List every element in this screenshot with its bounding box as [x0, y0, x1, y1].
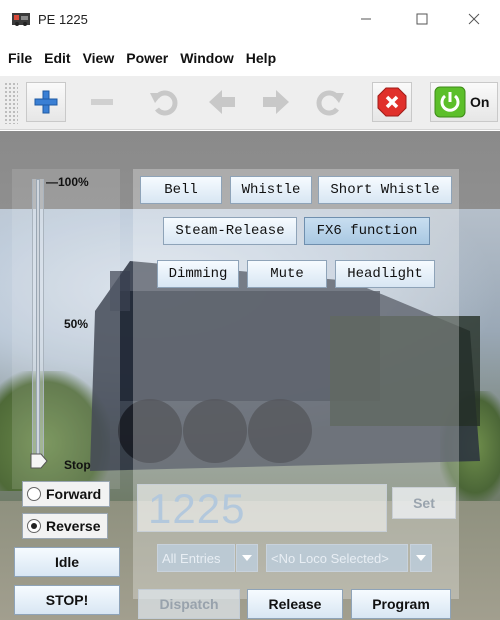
undo-button[interactable] — [144, 82, 184, 122]
remove-icon — [91, 99, 113, 105]
set-address-button[interactable]: Set — [392, 487, 456, 519]
roster-filter-dropdown-icon[interactable] — [236, 544, 258, 572]
undo-icon — [150, 90, 178, 116]
throttle-panel: —100% 50% Stop Forward Reverse Idle STOP… — [0, 131, 500, 620]
forward-radio-label: Forward — [46, 486, 102, 502]
speed-max-label: —100% — [46, 175, 89, 189]
speed-stop-label: Stop — [64, 458, 91, 472]
reverse-radio-dot — [27, 519, 41, 533]
power-on-icon — [434, 86, 466, 118]
loco-select[interactable]: <No Loco Selected> — [266, 544, 408, 572]
reverse-radio-label: Reverse — [46, 518, 101, 534]
toolbar-grip-icon[interactable] — [4, 82, 18, 124]
minimize-icon[interactable] — [344, 4, 388, 34]
speed-slider-knob[interactable] — [30, 453, 48, 469]
stop-button[interactable] — [372, 82, 412, 122]
roster-filter-select[interactable]: All Entries — [157, 544, 235, 572]
function-whistle-button[interactable]: Whistle — [230, 176, 312, 204]
speed-mid-label: 50% — [64, 317, 89, 331]
forward-radio[interactable]: Forward — [22, 481, 110, 507]
back-icon — [209, 90, 235, 114]
loco-select-dropdown-icon[interactable] — [410, 544, 432, 572]
window-title: PE 1225 — [38, 12, 88, 27]
menu-window[interactable]: Window — [174, 48, 240, 72]
release-button[interactable]: Release — [247, 589, 343, 619]
menu-help[interactable]: Help — [240, 48, 282, 72]
power-on-button[interactable]: On — [430, 82, 498, 122]
close-icon[interactable] — [452, 4, 496, 34]
redo-icon — [316, 90, 344, 116]
menu-view[interactable]: View — [77, 48, 121, 72]
forward-icon — [263, 90, 289, 114]
function-bell-button[interactable]: Bell — [140, 176, 222, 204]
address-field[interactable]: 1225 — [137, 484, 387, 532]
idle-button[interactable]: Idle — [14, 547, 120, 577]
function-short-whistle-button[interactable]: Short Whistle — [318, 176, 452, 204]
forward-radio-dot — [27, 487, 41, 501]
menu-power[interactable]: Power — [120, 48, 174, 72]
add-button[interactable] — [26, 82, 66, 122]
toolbar: On — [0, 76, 500, 130]
forward-button[interactable] — [256, 82, 296, 122]
add-icon — [34, 90, 58, 114]
speed-slider-track[interactable] — [36, 179, 40, 465]
program-button[interactable]: Program — [351, 589, 451, 619]
function-steam-release-button[interactable]: Steam-Release — [163, 217, 297, 245]
stop-icon — [377, 87, 407, 117]
function-mute-button[interactable]: Mute — [247, 260, 327, 288]
emergency-stop-button[interactable]: STOP! — [14, 585, 120, 615]
maximize-icon[interactable] — [400, 4, 444, 34]
function-fx6-button[interactable]: FX6 function — [304, 217, 430, 245]
power-on-label: On — [470, 94, 490, 110]
menu-bar: File Edit View Power Window Help — [0, 48, 500, 72]
redo-button[interactable] — [310, 82, 350, 122]
function-dimming-button[interactable]: Dimming — [157, 260, 239, 288]
menu-file[interactable]: File — [0, 48, 38, 72]
function-headlight-button[interactable]: Headlight — [335, 260, 435, 288]
reverse-radio[interactable]: Reverse — [22, 513, 108, 539]
menu-edit[interactable]: Edit — [38, 48, 76, 72]
back-button[interactable] — [202, 82, 242, 122]
locomotive-icon — [12, 13, 30, 26]
dispatch-button[interactable]: Dispatch — [138, 589, 240, 619]
remove-button[interactable] — [82, 82, 122, 122]
title-bar: PE 1225 — [0, 0, 500, 38]
